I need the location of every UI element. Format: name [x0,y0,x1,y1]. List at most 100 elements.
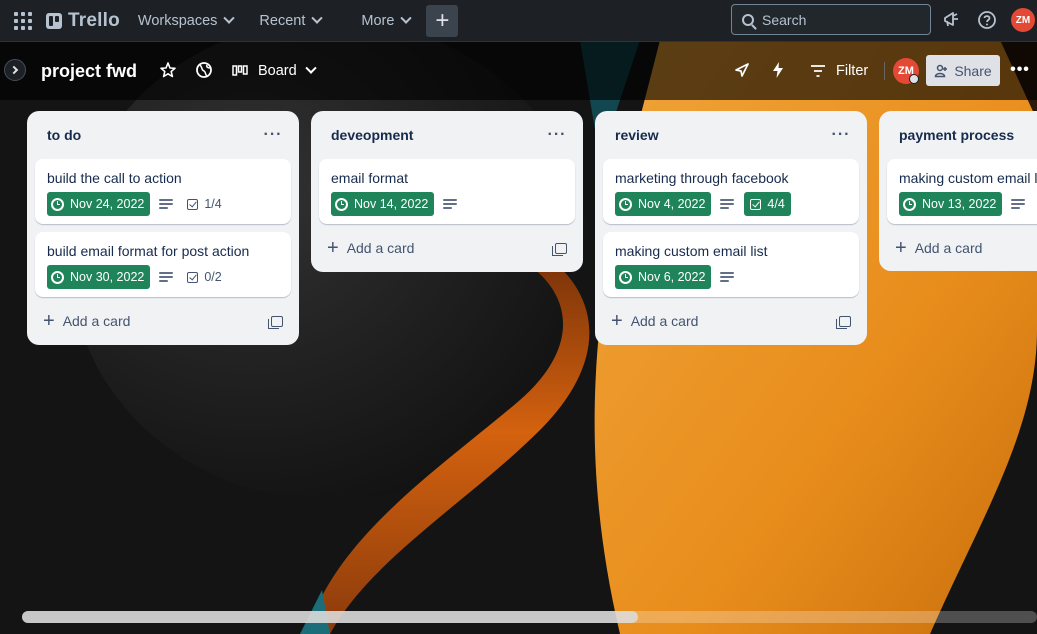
due-date-text: Nov 6, 2022 [638,270,706,284]
description-icon [1011,199,1026,209]
due-date-badge[interactable]: Nov 30, 2022 [47,265,151,289]
card[interactable]: making custom email list Nov 13, 2022 [887,159,1037,224]
checklist-icon [750,198,762,210]
board-view-switcher[interactable]: Board [232,57,317,85]
plus-icon: + [327,237,339,259]
card-badges: Nov 13, 2022 [899,192,1037,216]
list-title[interactable]: to do [47,127,81,143]
list-title[interactable]: review [615,127,659,143]
power-ups-rocket-icon[interactable] [731,59,753,81]
list-review: review ··· marketing through facebook No… [595,111,867,345]
user-avatar[interactable]: ZM [1011,8,1035,32]
list-actions-ellipsis-icon[interactable]: ··· [259,121,287,149]
checklist-count: 0/2 [204,270,222,284]
due-date-badge[interactable]: Nov 4, 2022 [615,192,712,216]
share-button[interactable]: Share [926,55,1000,86]
list-clip: payment process ··· making custom email … [879,111,1037,271]
card[interactable]: email format Nov 14, 2022 [319,159,575,224]
recent-menu[interactable]: Recent [251,5,329,37]
app-name: Trello [68,9,120,31]
chevron-down-icon [223,12,236,24]
create-from-template-icon[interactable] [552,242,567,256]
card[interactable]: marketing through facebook Nov 4, 2022 4… [603,159,859,224]
chevron-down-icon [311,12,324,24]
card-badges: Nov 30, 2022 0/2 [47,265,279,289]
checklist-count: 1/4 [204,197,222,211]
more-menu[interactable]: More [353,5,418,37]
card-badges: Nov 14, 2022 [331,192,563,216]
card-title: making custom email list [615,243,768,259]
horizontal-scrollbar-thumb[interactable] [22,611,638,623]
expand-sidebar-button[interactable] [4,59,26,81]
card-title: build email format for post action [47,243,250,259]
board-title[interactable]: project fwd [41,61,137,82]
card-badges: Nov 24, 2022 1/4 [47,192,279,216]
chevron-right-icon [9,65,19,75]
board-view-icon [232,65,248,76]
due-date-badge[interactable]: Nov 14, 2022 [331,192,435,216]
due-date-text: Nov 24, 2022 [70,197,145,211]
add-card-button[interactable]: + Add a card [319,232,575,264]
search-placeholder: Search [762,11,807,28]
card-badges: Nov 6, 2022 [615,265,847,289]
card-title: marketing through facebook [615,170,789,186]
notifications-megaphone-icon[interactable] [939,8,963,32]
add-card-label: Add a card [346,240,415,256]
create-from-template-icon[interactable] [836,315,851,329]
list-payment-process: payment process ··· making custom email … [879,111,1037,271]
filter-button[interactable]: Filter [810,57,868,85]
list-header: deveopment ··· [319,111,575,159]
search-input[interactable]: Search [731,4,931,35]
more-label: More [361,12,395,29]
card-title: making custom email list [899,170,1037,186]
description-icon [159,272,174,282]
board-header: project fwd Board Filter ZM Share ••• [0,42,1037,100]
card-title: email format [331,170,409,186]
card[interactable]: making custom email list Nov 6, 2022 [603,232,859,297]
list-actions-ellipsis-icon[interactable]: ··· [543,121,571,149]
list-header: payment process ··· [887,111,1037,159]
list-title[interactable]: deveopment [331,127,413,143]
due-date-badge[interactable]: Nov 24, 2022 [47,192,151,216]
add-card-label: Add a card [630,313,699,329]
star-icon[interactable] [157,59,179,81]
plus-icon: + [895,237,907,259]
card[interactable]: build the call to action Nov 24, 2022 1/… [35,159,291,224]
chevron-down-icon [400,12,413,24]
checklist-count: 4/4 [767,197,785,211]
create-button[interactable]: + [426,4,459,37]
due-date-badge[interactable]: Nov 13, 2022 [899,192,1003,216]
automation-lightning-icon[interactable] [767,59,789,81]
user-initials: ZM [1015,14,1031,26]
add-person-icon [935,64,948,77]
list-title[interactable]: payment process [899,127,1014,143]
workspaces-menu[interactable]: Workspaces [130,5,242,37]
trello-logo[interactable]: Trello [46,10,120,32]
add-card-button[interactable]: + Add a card [35,305,291,337]
filter-label: Filter [836,63,869,79]
admin-badge-icon [909,74,919,84]
checklist-icon [187,198,199,210]
checklist-icon [187,271,199,283]
board-menu-ellipsis-icon[interactable]: ••• [1009,59,1031,81]
globe-visibility-icon[interactable] [193,59,215,81]
clock-icon [51,197,64,211]
checklist-badge: 1/4 [187,197,222,211]
clock-icon [619,197,632,211]
add-card-label: Add a card [914,240,983,256]
clock-icon [51,270,64,284]
add-card-button[interactable]: + Add a card [603,305,859,337]
app-switcher-icon[interactable] [12,10,34,32]
description-icon [720,272,735,282]
due-date-badge[interactable]: Nov 6, 2022 [615,265,712,289]
due-date-text: Nov 13, 2022 [922,197,997,211]
card-badges: Nov 4, 2022 4/4 [615,192,847,216]
add-card-button[interactable]: + Add a card [887,232,1037,264]
due-date-text: Nov 30, 2022 [70,270,145,284]
list-actions-ellipsis-icon[interactable]: ··· [827,121,855,149]
card[interactable]: build email format for post action Nov 3… [35,232,291,297]
help-icon[interactable] [975,8,999,32]
share-label: Share [954,62,992,79]
create-from-template-icon[interactable] [268,315,283,329]
list-deveopment: deveopment ··· email format Nov 14, 2022… [311,111,583,272]
